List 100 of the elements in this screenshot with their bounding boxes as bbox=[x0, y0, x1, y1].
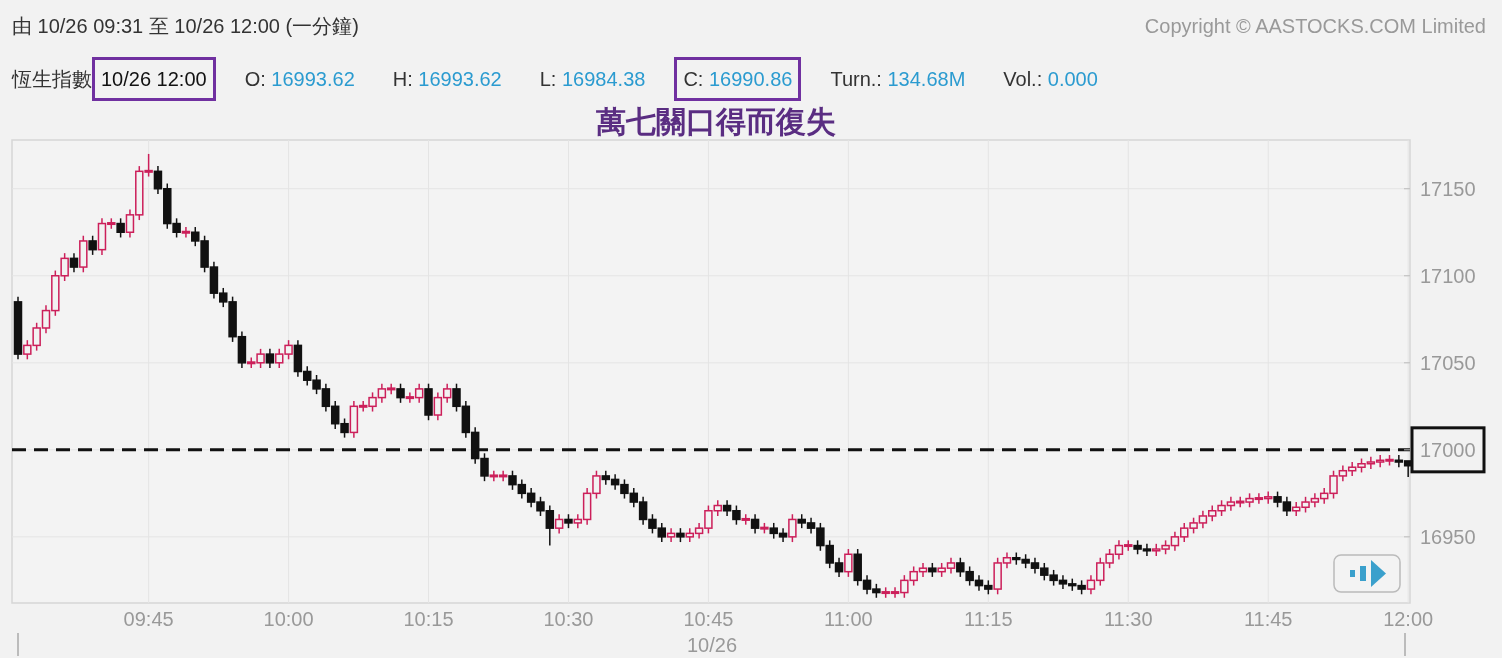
scroll-button[interactable] bbox=[1333, 554, 1401, 593]
candlestick bbox=[330, 400, 340, 430]
candlestick bbox=[1152, 543, 1161, 557]
candlestick bbox=[676, 527, 685, 543]
candlestick bbox=[1263, 490, 1273, 505]
candlestick bbox=[1375, 454, 1385, 468]
date-range: 由 10/26 09:31 至 10/26 12:00 (一分鐘) bbox=[12, 14, 359, 39]
quote-time: 10/26 12:00 bbox=[92, 57, 216, 101]
index-name: 恆生指數 bbox=[12, 67, 92, 92]
candlestick bbox=[974, 574, 984, 592]
axis-label: 10:15 bbox=[403, 608, 454, 630]
candlestick bbox=[685, 527, 694, 543]
candlestick bbox=[1245, 492, 1254, 508]
quote-field: Turn.: 134.68M bbox=[821, 57, 975, 101]
candlestick bbox=[769, 522, 778, 540]
candlestick bbox=[956, 557, 965, 578]
candlestick bbox=[918, 562, 928, 578]
candlestick bbox=[1040, 562, 1049, 582]
candlestick bbox=[526, 487, 536, 508]
axis-label: 17050 bbox=[1420, 351, 1476, 374]
candlestick bbox=[1357, 457, 1366, 474]
candlestick bbox=[1086, 574, 1096, 596]
axis-label: 11:15 bbox=[964, 608, 1013, 630]
candlestick bbox=[1021, 553, 1030, 569]
candlestick bbox=[872, 583, 881, 599]
candlestick bbox=[1236, 496, 1245, 508]
candlestick bbox=[1105, 548, 1114, 569]
candlestick bbox=[32, 322, 41, 352]
candlestick bbox=[629, 487, 639, 508]
candlestick bbox=[1291, 501, 1301, 517]
candlestick bbox=[844, 548, 853, 578]
candlestick bbox=[1310, 492, 1320, 508]
candlestick bbox=[1254, 492, 1264, 505]
axis-label: 17150 bbox=[1420, 177, 1476, 200]
candlestick bbox=[1049, 569, 1058, 587]
candlestick bbox=[1058, 574, 1068, 590]
candlestick bbox=[1385, 454, 1394, 467]
quote-field: Vol.: 0.000 bbox=[994, 57, 1107, 101]
candlestick bbox=[881, 586, 890, 599]
candlestick bbox=[1030, 557, 1040, 575]
axis-label: 16950 bbox=[1420, 525, 1476, 548]
axis-label: 11:30 bbox=[1104, 608, 1153, 630]
headline: 萬七關口得而復失 bbox=[596, 106, 836, 138]
quote-field: L: 16984.38 bbox=[530, 57, 655, 101]
candlestick bbox=[1208, 504, 1217, 522]
candlestick bbox=[825, 539, 834, 569]
candlestick bbox=[1198, 510, 1208, 529]
candlestick bbox=[638, 496, 648, 526]
candlestick bbox=[433, 391, 443, 421]
candlestick bbox=[265, 348, 275, 369]
candlestick bbox=[1282, 496, 1292, 517]
candlestick bbox=[928, 562, 937, 578]
candlestick bbox=[442, 382, 452, 404]
candlestick bbox=[1077, 579, 1086, 596]
axis-label: 10:00 bbox=[263, 608, 314, 630]
candlestick bbox=[722, 499, 732, 517]
candlestick bbox=[657, 522, 666, 543]
candlestick bbox=[275, 348, 284, 369]
candlestick bbox=[965, 565, 974, 587]
candlestick bbox=[1133, 539, 1142, 555]
candlestick bbox=[1161, 539, 1170, 555]
candlestick bbox=[909, 565, 918, 587]
date-label: 10/26 bbox=[686, 634, 738, 656]
quote-field: H: 16993.62 bbox=[383, 57, 511, 101]
candlestick bbox=[937, 562, 946, 578]
candlestick bbox=[1142, 543, 1152, 557]
quote-field: O: 16993.62 bbox=[235, 57, 364, 101]
axis-label: 17100 bbox=[1420, 264, 1476, 287]
candlestick bbox=[1189, 516, 1198, 535]
axis-label: 10:45 bbox=[683, 608, 734, 630]
quote-field: C: 16990.86 bbox=[674, 57, 802, 101]
candlestick bbox=[1394, 454, 1404, 468]
axis-label: 17000 bbox=[1420, 438, 1476, 461]
axis-label: 11:00 bbox=[824, 608, 873, 630]
candlestick bbox=[470, 426, 480, 465]
candlestick bbox=[834, 557, 844, 578]
candlestick bbox=[1170, 530, 1180, 552]
candlestick bbox=[1180, 522, 1189, 543]
axis-label: 10:30 bbox=[543, 608, 594, 630]
candlestick bbox=[620, 478, 629, 500]
candlestick bbox=[1226, 496, 1236, 512]
candlestick bbox=[946, 557, 956, 575]
candlestick bbox=[1301, 496, 1310, 514]
candlestick bbox=[1273, 490, 1282, 508]
candlestick bbox=[610, 473, 620, 491]
candlestick bbox=[1068, 577, 1077, 592]
candlestick bbox=[1217, 499, 1226, 517]
candlestick bbox=[666, 527, 676, 543]
candlestick bbox=[452, 382, 461, 413]
axis-label: 11:45 bbox=[1243, 608, 1293, 630]
candlestick bbox=[1012, 551, 1021, 566]
candlestick bbox=[1403, 460, 1413, 478]
candlestick bbox=[1096, 557, 1105, 587]
candlestick bbox=[461, 400, 471, 439]
axis-label: 09:45 bbox=[123, 608, 174, 630]
candlestick bbox=[517, 478, 527, 500]
candlestick bbox=[648, 513, 657, 535]
candlestick bbox=[564, 513, 573, 529]
copyright-text: Copyright © AASTOCKS.COM Limited bbox=[1144, 14, 1487, 39]
candlestick bbox=[1366, 456, 1376, 470]
